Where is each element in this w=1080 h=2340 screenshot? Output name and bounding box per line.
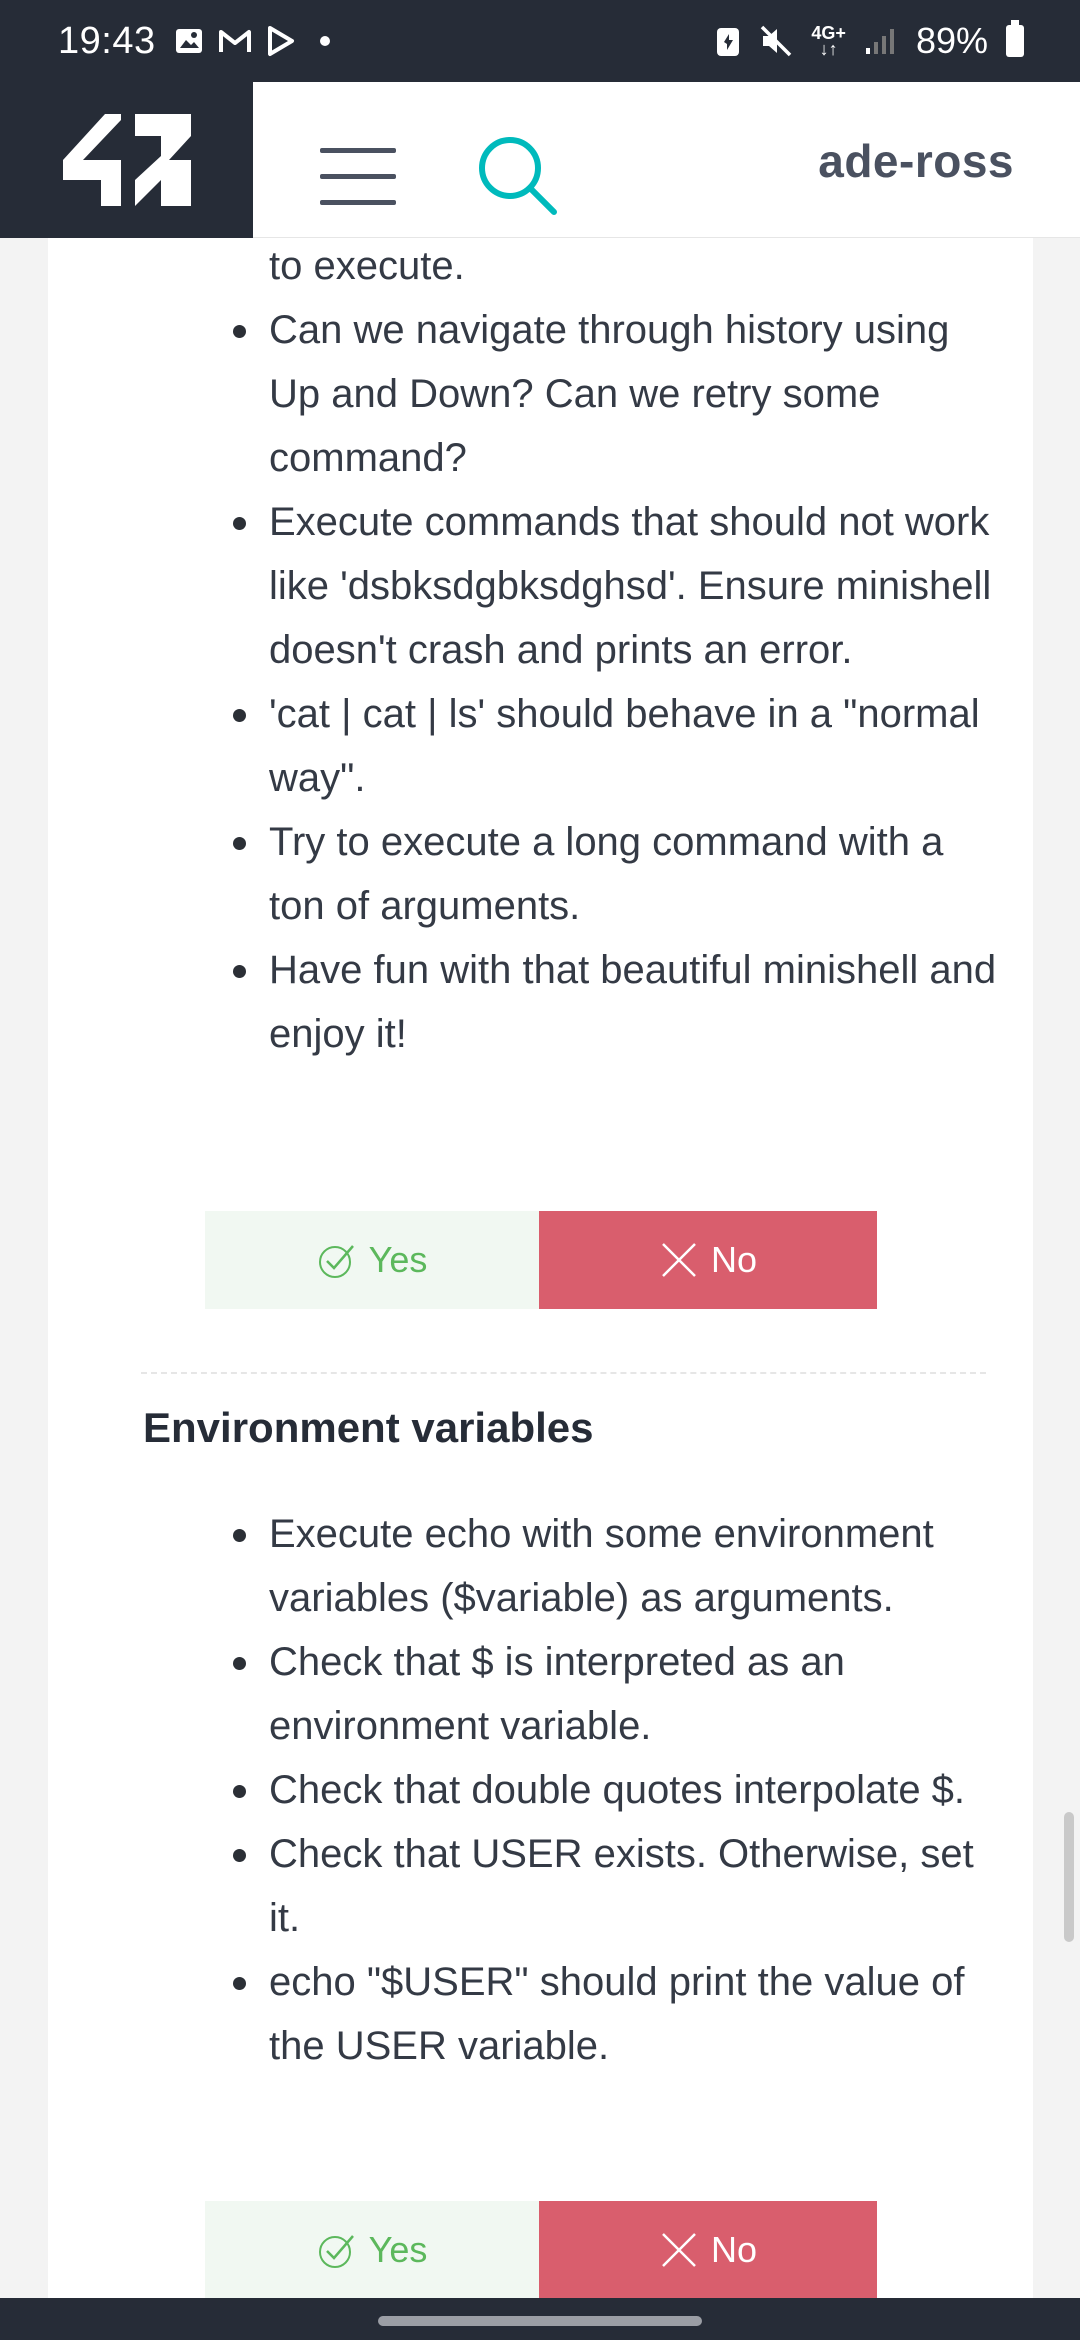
no-label: No [710, 2229, 758, 2270]
more-notifications-dot [319, 36, 330, 46]
list-item: Check that USER exists. Otherwise, set i… [233, 1822, 999, 1950]
yes-button[interactable]: Yes [205, 1211, 539, 1309]
close-icon [662, 2233, 696, 2267]
list-item: Have fun with that beautiful minishell a… [233, 938, 999, 1066]
network-type: 4G+ ↓↑ [811, 23, 846, 59]
play-store-icon [267, 26, 294, 56]
no-button[interactable]: No [539, 2201, 877, 2299]
check-icon [318, 1245, 354, 1278]
logo-42-mark [62, 114, 191, 206]
checklist-environment-variables: Execute echo with some environment varia… [233, 1502, 999, 2078]
status-bar: 19:43 4G+ ↓↑ 89% [0, 0, 1080, 82]
hamburger-icon[interactable] [320, 148, 396, 208]
battery-percent: 89% [915, 20, 988, 61]
scrollbar-thumb[interactable] [1064, 1812, 1074, 1942]
list-item: Execute commands that should not work li… [233, 490, 999, 682]
close-icon [662, 1243, 696, 1277]
username[interactable]: ade-ross [818, 134, 1014, 188]
site-header: ade-ross [0, 82, 1080, 238]
yes-label: Yes [368, 2229, 428, 2270]
notification-icons [174, 25, 330, 57]
battery-saver-icon [717, 28, 740, 56]
system-icons: 4G+ ↓↑ 89% [715, 20, 1024, 62]
check-icon [318, 2235, 354, 2268]
gallery-icon [175, 29, 202, 53]
list-item: Try to execute a long command with a ton… [233, 810, 999, 938]
gmail-icon [218, 30, 251, 52]
signal-icon [865, 29, 894, 54]
continued-item-text: to execute. [269, 244, 465, 288]
battery-icon [1006, 20, 1024, 57]
list-item: echo "$USER" should print the value of t… [233, 1950, 999, 2078]
yes-label: Yes [368, 1239, 428, 1280]
list-item: 'cat | cat | ls' should behave in a "nor… [233, 682, 999, 810]
section-title-environment-variables: Environment variables [143, 1404, 594, 1451]
list-item: Check that double quotes interpolate $. [233, 1758, 999, 1822]
section-divider [141, 1372, 986, 1374]
mute-icon [761, 25, 792, 57]
yes-no-toggle: Yes No [205, 2201, 877, 2299]
list-item: Can we navigate through history using Up… [233, 298, 999, 490]
list-item: Execute echo with some environment varia… [233, 1502, 999, 1630]
list-item: Check that $ is interpreted as an enviro… [233, 1630, 999, 1758]
yes-button[interactable]: Yes [205, 2201, 539, 2299]
checklist-general: Can we navigate through history using Up… [233, 298, 999, 1066]
search-icon[interactable] [476, 134, 560, 218]
home-handle[interactable] [378, 2316, 702, 2326]
no-button[interactable]: No [539, 1211, 877, 1309]
no-label: No [710, 1239, 758, 1280]
yes-no-toggle: Yes No [205, 1211, 877, 1309]
evaluation-card: to execute. Can we navigate through hist… [48, 238, 1033, 2299]
status-time: 19:43 [58, 19, 156, 62]
logo-42[interactable] [0, 82, 253, 238]
gesture-nav-bar [0, 2298, 1080, 2340]
